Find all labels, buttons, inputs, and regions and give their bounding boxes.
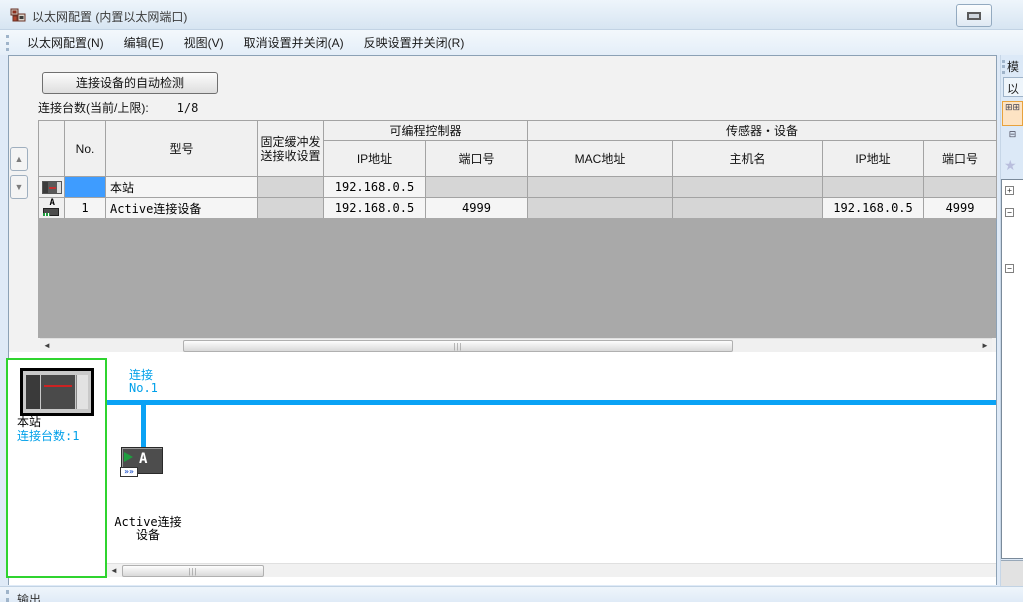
tree-collapse-icon[interactable]: − — [1005, 264, 1014, 273]
connection-count-label: 连接台数(当前/上限): — [38, 101, 149, 115]
header-no: No. — [65, 121, 106, 177]
module-list-title: 模 — [1007, 58, 1019, 75]
minimize-button[interactable] — [956, 4, 992, 27]
active-device-icon[interactable]: A — [39, 198, 65, 219]
header-group-plc: 可编程控制器 — [324, 121, 528, 141]
move-up-button[interactable]: ▲ — [10, 147, 28, 171]
scroll-left-icon[interactable]: ◄ — [107, 564, 121, 578]
active-label-line2: 设备 — [105, 529, 191, 542]
cell-no[interactable]: 1 — [65, 198, 106, 219]
active-device-label: Active连接 设备 — [105, 516, 191, 542]
header-group-sensor: 传感器・设备 — [528, 121, 997, 141]
module-list-titlebar: 模 — [1001, 58, 1019, 75]
list-view-icon[interactable]: ⊞⊞ — [1002, 101, 1023, 126]
module-list-panel: 模 以 ⊞⊞ ⊟ ★ + − − — [1000, 55, 1023, 586]
tree-view-icon[interactable]: ⊟ — [1002, 129, 1023, 154]
cell-fixed-buffer — [258, 198, 324, 219]
active-device-node[interactable]: A »» — [121, 447, 163, 474]
menu-edit[interactable]: 编辑(E) — [114, 31, 174, 54]
plc-mini-icon — [42, 181, 62, 194]
output-panel-header: 输出 — [0, 586, 1023, 602]
cell-sensor-ip — [823, 177, 924, 198]
table-row-active-device: A 1 Active连接设备 192.168.0.5 4999 192.168.… — [39, 198, 997, 219]
scroll-left-icon[interactable]: ◄ — [40, 339, 54, 353]
header-model: 型号 — [106, 121, 258, 177]
thumb-grip: ||| — [188, 568, 197, 576]
table-hscrollbar[interactable]: ◄ ||| ► — [40, 338, 992, 352]
cell-mac — [528, 198, 673, 219]
connection-line-horizontal — [106, 400, 996, 405]
menubar-grip[interactable] — [6, 35, 9, 51]
header-sensor-port: 端口号 — [924, 141, 997, 177]
diagram-hscrollbar[interactable]: ◄ ||| — [107, 563, 996, 577]
cell-plc-ip[interactable]: 192.168.0.5 — [324, 177, 426, 198]
minimize-icon — [967, 12, 981, 20]
header-icon-col — [39, 121, 65, 177]
cell-fixed-buffer — [258, 177, 324, 198]
active-mini-icon: A — [43, 200, 61, 216]
cell-sensor-port — [924, 177, 997, 198]
cell-hostname — [673, 198, 823, 219]
header-hostname: 主机名 — [673, 141, 823, 177]
cell-sensor-port[interactable]: 4999 — [924, 198, 997, 219]
app-icon — [10, 7, 26, 23]
menu-cancel-close[interactable]: 取消设置并关闭(A) — [234, 31, 354, 54]
panel-grip[interactable] — [1002, 60, 1005, 74]
table-empty-area — [38, 218, 996, 338]
panel-bottom-section — [1001, 560, 1023, 586]
tree-expand-icon[interactable]: + — [1005, 186, 1014, 195]
menu-bar: 以太网配置(N) 编辑(E) 视图(V) 取消设置并关闭(A) 反映设置并关闭(… — [0, 30, 1023, 55]
output-title: 输出 — [17, 591, 41, 602]
output-grip[interactable] — [6, 590, 9, 602]
diagram-hscroll-thumb[interactable]: ||| — [122, 565, 264, 577]
table-hscroll-thumb[interactable]: ||| — [183, 340, 733, 352]
chevrons-icon: »» — [120, 467, 138, 477]
module-tree-list: + − − — [1001, 179, 1023, 559]
header-mac: MAC地址 — [528, 141, 673, 177]
connection-count: 连接台数(当前/上限): 1/8 — [38, 99, 198, 116]
green-arrow-icon — [124, 452, 133, 462]
menu-view[interactable]: 视图(V) — [174, 31, 234, 54]
menu-ethernet-config[interactable]: 以太网配置(N) — [17, 31, 114, 54]
thumb-grip: ||| — [453, 343, 462, 351]
connection-no-label: 连接 No.1 — [129, 369, 158, 395]
cell-no-selected[interactable] — [65, 177, 106, 198]
tab-ethernet-selection[interactable]: 以 — [1003, 77, 1023, 97]
cell-sensor-ip[interactable]: 192.168.0.5 — [823, 198, 924, 219]
host-station-icon[interactable] — [39, 177, 65, 198]
scroll-right-icon[interactable]: ► — [978, 339, 992, 353]
window-title: 以太网配置 (内置以太网端口) — [32, 8, 187, 25]
host-station-image[interactable] — [20, 368, 94, 416]
station-count-label: 连接台数:1 — [17, 427, 79, 444]
header-sensor-ip: IP地址 — [823, 141, 924, 177]
tree-collapse-icon[interactable]: − — [1005, 208, 1014, 217]
cell-model[interactable]: 本站 — [106, 177, 258, 198]
auto-detect-button[interactable]: 连接设备的自动检测 — [42, 72, 218, 94]
active-letter: A — [139, 451, 147, 467]
cell-mac — [528, 177, 673, 198]
header-fixed-buffer: 固定缓冲发送接收设置 — [258, 121, 324, 177]
menu-apply-close[interactable]: 反映设置并关闭(R) — [354, 31, 475, 54]
header-plc-ip: IP地址 — [324, 141, 426, 177]
connection-table: No. 型号 固定缓冲发送接收设置 可编程控制器 传感器・设备 IP地址 端口号… — [38, 120, 997, 219]
cell-plc-port — [426, 177, 528, 198]
cell-plc-ip[interactable]: 192.168.0.5 — [324, 198, 426, 219]
favorites-star-icon[interactable]: ★ — [1004, 157, 1017, 174]
connection-count-value: 1/8 — [177, 101, 199, 115]
connection-label-line2: No.1 — [129, 382, 158, 395]
cell-hostname — [673, 177, 823, 198]
move-down-button[interactable]: ▼ — [10, 175, 28, 199]
table-row-host-station: 本站 192.168.0.5 — [39, 177, 997, 198]
cell-model[interactable]: Active连接设备 — [106, 198, 258, 219]
connection-line-vertical — [141, 405, 146, 448]
cell-plc-port[interactable]: 4999 — [426, 198, 528, 219]
header-plc-port: 端口号 — [426, 141, 528, 177]
